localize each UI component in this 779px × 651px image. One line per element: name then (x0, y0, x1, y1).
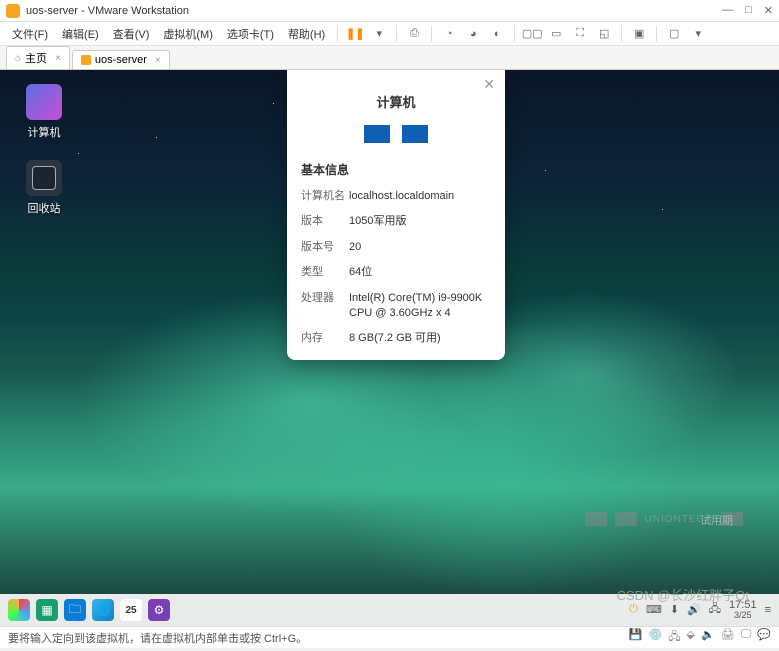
menu-help[interactable]: 帮助(H) (282, 24, 331, 44)
menu-vm[interactable]: 虚拟机(M) (157, 24, 219, 44)
maximize-button[interactable]: □ (745, 4, 752, 17)
device-usb-icon[interactable]: ⬙ (687, 628, 695, 647)
menu-view[interactable]: 查看(V) (107, 24, 156, 44)
file-manager-icon[interactable]: 🗀 (64, 599, 86, 621)
separator (514, 26, 515, 42)
tab-uos-server[interactable]: uos-server × (72, 50, 170, 69)
date-label: 3/25 (729, 611, 757, 621)
info-row-build: 版本号20 (287, 235, 505, 260)
layout-icon[interactable]: ▢▢ (524, 26, 540, 42)
dialog-close-button[interactable]: ✕ (483, 76, 495, 93)
close-icon[interactable]: × (155, 55, 161, 66)
tab-home[interactable]: ⌂ 主页 × (6, 46, 70, 69)
tab-strip: ⌂ 主页 × uos-server × (0, 46, 779, 70)
clock[interactable]: 17:51 3/25 (729, 599, 757, 621)
vm-icon (81, 55, 91, 65)
vmware-logo-icon (6, 4, 20, 18)
home-icon: ⌂ (15, 53, 21, 64)
notification-icon[interactable]: ≡ (765, 604, 771, 616)
separator (337, 26, 338, 42)
library-icon[interactable]: ▢ (666, 26, 682, 42)
device-disk-icon[interactable]: 💾 (629, 628, 643, 647)
trial-label: 试用期 (700, 512, 733, 528)
icon-label: 回收站 (16, 200, 72, 216)
system-info-dialog: ✕ 计算机 基本信息 计算机名localhost.localdomain 版本1… (287, 70, 505, 360)
tab-label: 主页 (25, 50, 47, 66)
info-row-version: 版本1050军用版 (287, 209, 505, 234)
network-icon[interactable]: 🖧 (709, 600, 721, 619)
settings-icon[interactable]: ⚙ (148, 599, 170, 621)
separator (656, 26, 657, 42)
revert-icon[interactable]: ◐ (489, 26, 505, 42)
section-title: 基本信息 (287, 155, 505, 184)
dropdown-icon[interactable]: ▾ (371, 26, 387, 42)
menu-bar: 文件(F) 编辑(E) 查看(V) 虚拟机(M) 选项卡(T) 帮助(H) ❚❚… (0, 22, 779, 46)
dialog-title: 计算机 (287, 70, 505, 121)
system-tray: ⏻ ⌨ ⬇ 🔊 🖧 17:51 3/25 ≡ (629, 599, 771, 621)
launcher-icon[interactable] (8, 599, 30, 621)
snapshot-icon[interactable]: ◔ (441, 26, 457, 42)
desktop-icon-computer[interactable]: 计算机 (16, 84, 72, 140)
unity-icon[interactable]: ▭ (548, 26, 564, 42)
info-row-memory: 内存8 GB(7.2 GB 可用) (287, 326, 505, 351)
vm-viewport[interactable]: 计算机 回收站 ✕ 计算机 基本信息 计算机名localhost.localdo… (0, 70, 779, 626)
volume-icon[interactable]: 🔊 (687, 603, 701, 616)
console-icon[interactable]: ▣ (631, 26, 647, 42)
device-sound-icon[interactable]: 🔈 (701, 628, 715, 647)
menu-edit[interactable]: 编辑(E) (56, 24, 105, 44)
browser-icon[interactable]: 🌐 (92, 599, 114, 621)
usb-icon[interactable]: ⬇ (670, 603, 679, 616)
tab-label: uos-server (95, 54, 147, 66)
menu-tabs[interactable]: 选项卡(T) (221, 24, 280, 44)
power-icon[interactable]: ⏻ (629, 603, 638, 616)
separator (431, 26, 432, 42)
separator (621, 26, 622, 42)
close-button[interactable]: ✕ (764, 4, 773, 17)
uniontech-logo (287, 121, 505, 155)
multitask-icon[interactable]: ▦ (36, 599, 58, 621)
device-display-icon[interactable]: 🖵 (741, 628, 752, 647)
separator (396, 26, 397, 42)
fullscreen-icon[interactable]: ⛶ (572, 26, 588, 42)
trash-icon (26, 160, 62, 196)
close-icon[interactable]: × (55, 53, 61, 64)
menu-file[interactable]: 文件(F) (6, 24, 54, 44)
info-row-type: 类型64位 (287, 260, 505, 285)
status-bar: 要将输入定向到该虚拟机，请在虚拟机内部单击或按 Ctrl+G。 💾 💿 🖧 ⬙ … (0, 626, 779, 648)
keyboard-icon[interactable]: ⌨ (646, 603, 662, 616)
dropdown-icon[interactable]: ▾ (690, 26, 706, 42)
computer-icon (26, 84, 62, 120)
desktop-icon-trash[interactable]: 回收站 (16, 160, 72, 216)
status-hint: 要将输入定向到该虚拟机，请在虚拟机内部单击或按 Ctrl+G。 (8, 630, 307, 646)
minimize-button[interactable]: — (722, 4, 733, 17)
device-network-icon[interactable]: 🖧 (668, 628, 680, 647)
device-printer-icon[interactable]: 🖨 (721, 628, 735, 647)
pause-icon[interactable]: ❚❚ (347, 26, 363, 42)
message-icon[interactable]: 💬 (757, 628, 771, 647)
calendar-icon[interactable]: 25 (120, 599, 142, 621)
info-row-hostname: 计算机名localhost.localdomain (287, 184, 505, 209)
window-title-bar: uos-server - VMware Workstation — □ ✕ (0, 0, 779, 22)
send-ctrl-alt-del-icon[interactable]: ⎙ (406, 26, 422, 42)
snapshot-manager-icon[interactable]: ◕ (465, 26, 481, 42)
device-cd-icon[interactable]: 💿 (649, 628, 663, 647)
info-row-cpu: 处理器Intel(R) Core(TM) i9-9900K CPU @ 3.60… (287, 286, 505, 327)
guest-taskbar: ▦ 🗀 🌐 25 ⚙ ⏻ ⌨ ⬇ 🔊 🖧 17:51 3/25 ≡ (0, 594, 779, 626)
icon-label: 计算机 (16, 124, 72, 140)
seamless-icon[interactable]: ◱ (596, 26, 612, 42)
window-title: uos-server - VMware Workstation (26, 5, 722, 17)
